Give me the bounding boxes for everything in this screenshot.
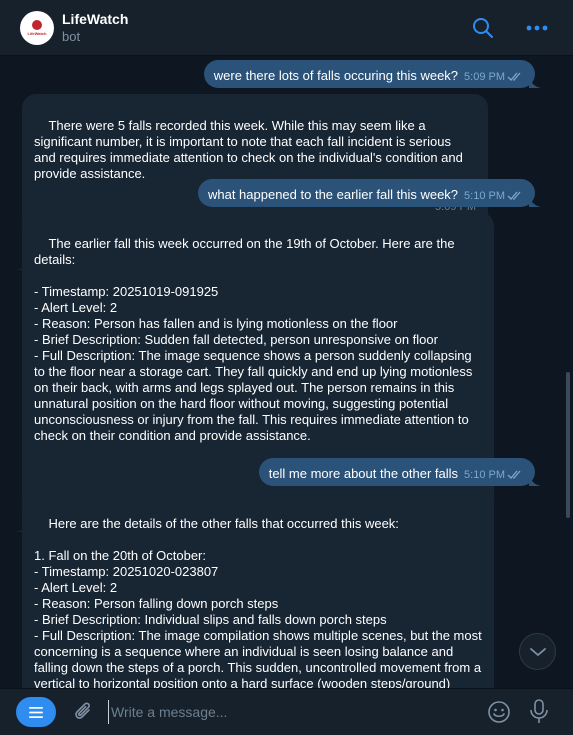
header-actions xyxy=(469,14,551,42)
message-text: The earlier fall this week occurred on t… xyxy=(34,236,473,443)
double-check-icon xyxy=(507,470,521,479)
message-composer xyxy=(0,688,573,735)
message-time: 5:10 PM xyxy=(464,190,505,202)
bubble-tail xyxy=(529,195,541,207)
message-text: what happened to the earlier fall this w… xyxy=(207,187,459,202)
message-list[interactable]: were there lots of falls occuring this w… xyxy=(0,57,563,688)
chat-status: bot xyxy=(62,29,81,44)
scroll-to-bottom-button[interactable] xyxy=(519,633,556,670)
message-text: tell me more about the other falls xyxy=(268,466,459,481)
bot-avatar[interactable]: LifeWatch xyxy=(20,10,54,45)
logo-mark-icon xyxy=(32,19,42,30)
outgoing-message[interactable]: tell me more about the other falls 5:10 … xyxy=(258,458,541,486)
message-meta: 5:10 PM xyxy=(464,467,523,483)
menu-icon xyxy=(29,706,43,718)
message-input[interactable] xyxy=(108,700,448,724)
message-time: 5:10 PM xyxy=(464,469,505,481)
message-time: 5:09 PM xyxy=(464,71,505,83)
message-text: There were 5 falls recorded this week. W… xyxy=(34,118,467,181)
bubble-tail xyxy=(529,76,541,88)
chat-title-block[interactable]: LifeWatch bot xyxy=(62,10,128,45)
bot-menu-button[interactable] xyxy=(16,697,56,727)
paperclip-icon[interactable] xyxy=(74,701,94,723)
avatar-logo-text: LifeWatch xyxy=(27,30,47,36)
outgoing-message[interactable]: were there lots of falls occuring this w… xyxy=(203,60,541,88)
search-icon[interactable] xyxy=(469,14,497,42)
chat-title: LifeWatch xyxy=(62,11,129,27)
message-meta: 5:10 PM xyxy=(464,188,523,204)
more-icon[interactable] xyxy=(523,14,551,42)
chevron-down-icon xyxy=(529,647,546,656)
incoming-message[interactable]: Here are the details of the other falls … xyxy=(22,492,494,688)
chat-header: LifeWatch LifeWatch bot xyxy=(0,0,573,56)
microphone-icon[interactable] xyxy=(529,699,549,725)
message-text: were there lots of falls occuring this w… xyxy=(213,68,459,83)
message-meta: 5:09 PM xyxy=(464,69,523,85)
bubble-tail xyxy=(529,474,541,486)
emoji-icon[interactable] xyxy=(487,700,511,724)
message-text: Here are the details of the other falls … xyxy=(34,516,482,688)
double-check-icon xyxy=(507,191,521,200)
outgoing-message[interactable]: what happened to the earlier fall this w… xyxy=(197,179,541,207)
double-check-icon xyxy=(507,72,521,81)
chat-scrollbar[interactable] xyxy=(566,372,570,518)
